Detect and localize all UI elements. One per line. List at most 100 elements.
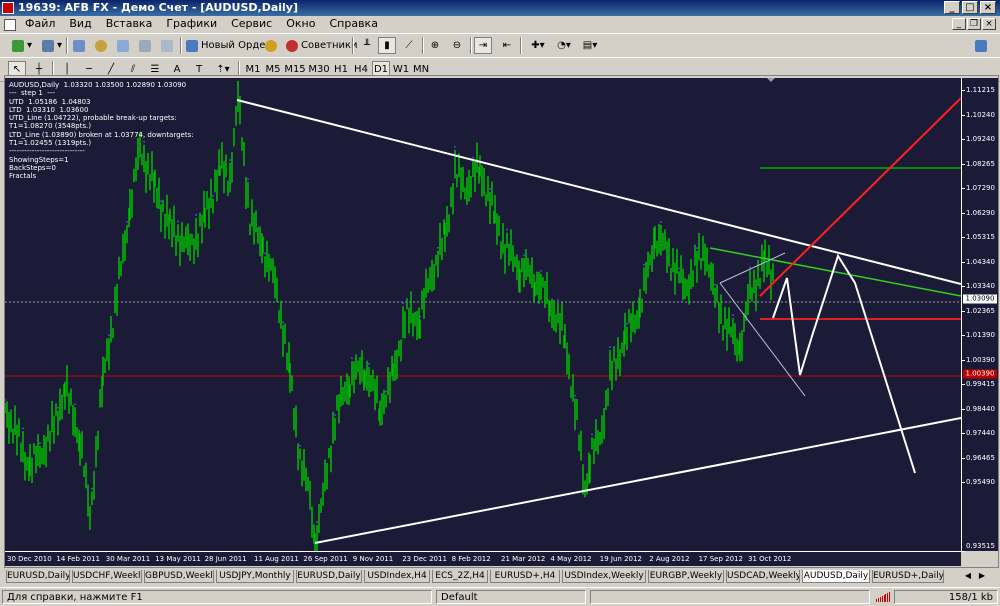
chart-plot-area[interactable]: AUDUSD,Daily 1.03320 1.03500 1.02890 1.0… (5, 78, 961, 551)
chart-tab[interactable]: EURGBP,Weekly (648, 570, 724, 583)
fractal-mark (229, 159, 231, 161)
tester-icon[interactable] (158, 37, 176, 54)
fractal-mark (57, 406, 59, 409)
price-label: 1.00390 (966, 355, 995, 364)
periodicity-icon[interactable]: ◔▾ (552, 37, 576, 54)
menu-tools[interactable]: Сервис (224, 16, 279, 31)
fractal-mark (316, 521, 318, 524)
date-label: 26 Sep 2011 (303, 555, 348, 563)
date-label: 2 Aug 2012 (649, 555, 690, 563)
terminal-icon[interactable] (136, 37, 154, 54)
date-label: 11 Aug 2011 (254, 555, 299, 563)
price-label: 1.01390 (966, 331, 995, 339)
chart-tab[interactable]: USDIndex,Weekly (562, 570, 646, 583)
chart-tab[interactable]: USDCAD,Weekly (726, 570, 800, 583)
price-tick (962, 408, 965, 410)
chart-tab[interactable]: EURUSD,Daily (296, 570, 362, 583)
fractal-mark (454, 145, 456, 148)
target-up-line (759, 97, 961, 297)
price-axis[interactable]: 1.11215 1.10240 1.09240 1.08265 1.07290 1.062… (961, 78, 998, 552)
tab-scroll-right-icon[interactable]: ▶ (976, 570, 988, 582)
chart-tab[interactable]: EURUSD,Daily (6, 570, 70, 583)
menu-insert[interactable]: Вставка (99, 16, 160, 31)
date-label: 14 Feb 2011 (56, 555, 100, 563)
price-label: 0.98440 (966, 404, 995, 413)
chart-tab[interactable]: AUDUSD,Daily (802, 570, 870, 583)
chat-icon[interactable] (972, 37, 990, 54)
menu-window[interactable]: Окно (279, 16, 322, 31)
info-line: Fractals (9, 172, 37, 181)
chart-tab[interactable]: USDJPY,Monthly (216, 570, 294, 583)
mdi-minimize-button[interactable]: _ (952, 18, 966, 30)
info-line: ------------------------------ (9, 147, 85, 156)
menu-charts[interactable]: Графики (159, 16, 224, 31)
new-chart-icon[interactable]: ▾ (8, 37, 36, 54)
price-label: 1.06290 (966, 208, 995, 217)
fractal-mark (678, 267, 680, 270)
menu-help[interactable]: Справка (322, 16, 384, 31)
date-label: 30 Mar 2011 (105, 555, 151, 563)
price-label: 1.02365 (966, 306, 995, 315)
fractal-mark (264, 252, 266, 255)
document-icon[interactable] (4, 19, 16, 31)
mdi-close-button[interactable]: × (982, 18, 996, 30)
maximize-button[interactable]: □ (962, 1, 978, 14)
close-button[interactable]: × (980, 1, 996, 14)
price-tick (962, 212, 965, 214)
utd-fan-line (719, 252, 786, 284)
expert-advisors-button[interactable]: Советники (284, 37, 362, 54)
current-price-label: 1.03090 (963, 294, 997, 304)
menu-view[interactable]: Вид (62, 16, 98, 31)
info-line: --- step 1 --- (9, 89, 55, 98)
chart-tab[interactable]: USDIndex,H4 (364, 570, 430, 583)
fractal-mark (660, 221, 662, 223)
price-tick (962, 359, 965, 361)
info-line: ShowingSteps=1 (9, 155, 69, 164)
chart-shift-icon[interactable]: ⇤ (498, 37, 516, 54)
status-profile: Default (436, 590, 586, 604)
chart-tab[interactable]: EURUSD+,H4 (490, 570, 560, 583)
connection-icon (876, 592, 890, 602)
time-axis[interactable]: 30 Dec 2010 14 Feb 2011 30 Mar 2011 13 May … (5, 551, 961, 566)
status-empty (590, 590, 870, 604)
app-icon[interactable] (2, 2, 14, 14)
zoom-out-icon[interactable]: ⊖ (448, 37, 466, 54)
expert-advisors-icon (286, 39, 298, 52)
autoscroll-icon[interactable]: ⇥ (474, 37, 492, 54)
bar-chart-icon[interactable]: ╨ (358, 37, 376, 54)
price-label: 0.93515 (966, 542, 995, 550)
line-chart-icon[interactable]: ⟋ (400, 37, 418, 54)
price-tick (962, 163, 965, 165)
navigator-icon[interactable] (114, 37, 132, 54)
info-line: LTD 1.03310 1.03600 (9, 105, 89, 114)
standard-toolbar: ▾ ▾ Новый Ордер Советники ╨ ▮ ⟋ ⊕ ⊖ ⇥ ⇤ … (0, 33, 1000, 58)
price-label: 1.11215 (966, 86, 995, 94)
fractal-mark (591, 433, 593, 436)
minimize-button[interactable]: _ (944, 1, 960, 14)
fractal-mark (472, 156, 474, 159)
fractal-mark (351, 357, 353, 360)
templates-icon[interactable]: ▤▾ (578, 37, 602, 54)
chart-tab[interactable]: ECS_2Z,H4 (432, 570, 488, 583)
price-tick (962, 139, 965, 140)
menu-file[interactable]: Файл (18, 16, 62, 31)
metaeditor-icon[interactable] (262, 37, 280, 54)
candlestick-icon[interactable]: ▮ (378, 37, 396, 54)
zoom-in-icon[interactable]: ⊕ (426, 37, 444, 54)
market-watch-icon[interactable] (70, 37, 88, 54)
fractal-mark (22, 427, 24, 430)
chart-tab[interactable]: USDCHF,Weekly (72, 570, 142, 583)
data-window-icon[interactable] (92, 37, 110, 54)
price-tick (962, 188, 965, 189)
indicators-icon[interactable]: ✚▾ (526, 37, 550, 54)
fractal-mark (177, 220, 179, 223)
mdi-restore-button[interactable]: ❐ (967, 18, 981, 30)
chart-tab[interactable]: EURUSD+,Daily (872, 570, 944, 583)
chart-tab[interactable]: GBPUSD,Weekly (144, 570, 214, 583)
price-tick (962, 457, 965, 459)
tab-scroll-left-icon[interactable]: ◀ (962, 570, 974, 582)
date-label: 4 May 2012 (550, 555, 592, 563)
profiles-icon[interactable]: ▾ (40, 37, 64, 54)
info-line: AUDUSD,Daily 1.03320 1.03500 1.02890 1.0… (9, 81, 187, 89)
chart-tabs: ◀ ▶ EURUSD,Daily USDCHF,Weekly GBPUSD,Week… (4, 569, 1000, 584)
